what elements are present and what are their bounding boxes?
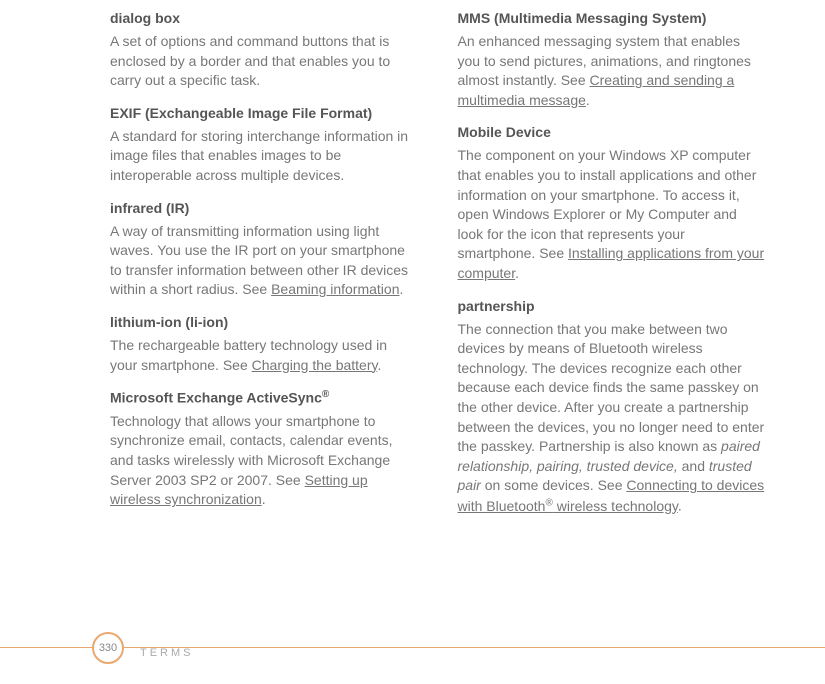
def-dialog-box: A set of options and command buttons tha…	[110, 32, 418, 91]
link-bluetooth-post: wireless technology	[553, 498, 678, 514]
term-dialog-box: dialog box	[110, 10, 418, 26]
def-mms: An enhanced messaging system that enable…	[458, 32, 766, 110]
left-column: dialog box A set of options and command …	[110, 10, 418, 516]
def-infrared: A way of transmitting information using …	[110, 222, 418, 300]
registered-mark-icon: ®	[322, 389, 329, 400]
def-partnership: The connection that you make between two…	[458, 320, 766, 517]
def-partnership-mid: and	[678, 458, 709, 474]
def-partnership-post2: .	[678, 498, 682, 514]
def-infrared-post: .	[400, 281, 404, 297]
def-mms-post: .	[586, 92, 590, 108]
def-lithium-post: .	[377, 357, 381, 373]
def-exif: A standard for storing interchange infor…	[110, 127, 418, 186]
term-activesync-text: Microsoft Exchange ActiveSync	[110, 390, 322, 406]
def-activesync-post: .	[262, 491, 266, 507]
content-columns: dialog box A set of options and command …	[0, 0, 825, 516]
def-partnership-pre: The connection that you make between two…	[458, 321, 765, 455]
link-charging[interactable]: Charging the battery	[252, 357, 378, 373]
term-lithium: lithium-ion (li-ion)	[110, 314, 418, 330]
term-mobile-device: Mobile Device	[458, 124, 766, 140]
page-number-badge: 330	[92, 632, 124, 664]
def-mobile-post: .	[515, 265, 519, 281]
def-activesync: Technology that allows your smartphone t…	[110, 412, 418, 510]
page-footer: 330 TERMS	[0, 647, 825, 664]
def-mobile-device: The component on your Windows XP compute…	[458, 146, 766, 283]
term-activesync: Microsoft Exchange ActiveSync®	[110, 389, 418, 406]
link-beaming[interactable]: Beaming information	[271, 281, 399, 297]
registered-mark-icon: ®	[545, 497, 552, 508]
footer-inner: 330 TERMS	[0, 648, 825, 664]
term-partnership: partnership	[458, 298, 766, 314]
def-partnership-post1: on some devices. See	[481, 477, 627, 493]
right-column: MMS (Multimedia Messaging System) An enh…	[458, 10, 766, 516]
term-infrared: infrared (IR)	[110, 200, 418, 216]
def-lithium: The rechargeable battery technology used…	[110, 336, 418, 375]
footer-section-label: TERMS	[140, 647, 194, 659]
term-mms: MMS (Multimedia Messaging System)	[458, 10, 766, 26]
term-exif: EXIF (Exchangeable Image File Format)	[110, 105, 418, 121]
